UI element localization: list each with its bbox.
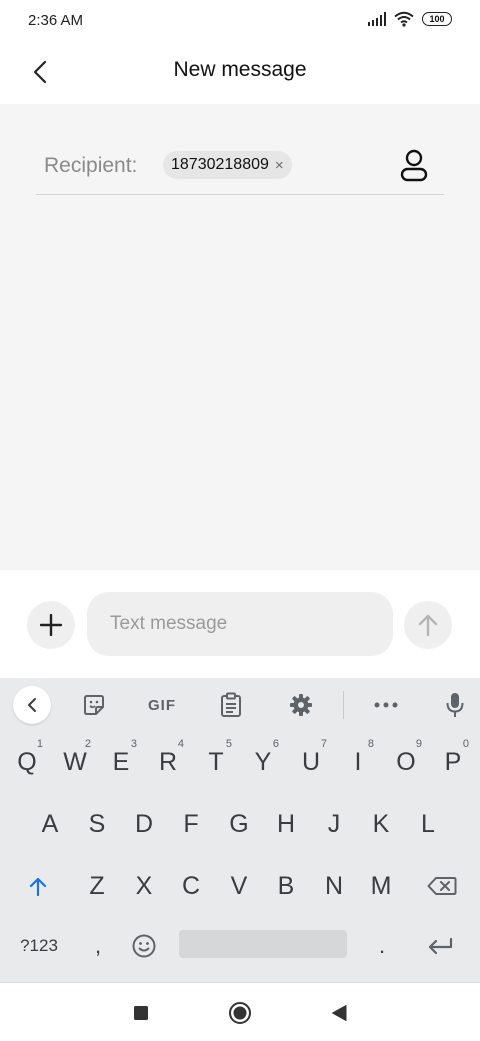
sticker-icon [84, 695, 104, 715]
gif-label: GIF [148, 696, 176, 714]
back-nav-button[interactable] [325, 999, 353, 1027]
navigation-bar [0, 982, 480, 1041]
toolbar-divider [343, 691, 344, 719]
recipient-row: Recipient: 18730218809 × [36, 140, 444, 195]
message-content-area: Recipient: 18730218809 × [0, 104, 480, 570]
key-z[interactable]: Z [75, 858, 119, 914]
key-q[interactable]: Q1 [5, 734, 49, 790]
key-n[interactable]: N [312, 858, 356, 914]
key-h[interactable]: H [264, 796, 308, 852]
chip-remove-button[interactable]: × [275, 157, 284, 174]
backspace-icon [427, 877, 457, 895]
sticker-button[interactable] [76, 687, 112, 723]
person-icon [400, 149, 428, 182]
symbols-key[interactable]: ?123 [14, 918, 64, 974]
key-b[interactable]: B [264, 858, 308, 914]
key-u[interactable]: U7 [289, 734, 333, 790]
arrow-up-icon [418, 614, 438, 637]
key-x[interactable]: X [122, 858, 166, 914]
key-c[interactable]: C [169, 858, 213, 914]
key-o[interactable]: O9 [384, 734, 428, 790]
key-v[interactable]: V [217, 858, 261, 914]
square-icon [134, 1006, 148, 1020]
microphone-icon [446, 693, 464, 717]
text-message-input[interactable] [87, 592, 393, 656]
spacebar-key[interactable] [179, 930, 347, 958]
recipient-chip-number: 18730218809 [171, 156, 269, 173]
key-i[interactable]: I8 [336, 734, 380, 790]
home-button[interactable] [226, 999, 254, 1027]
key-l[interactable]: L [406, 796, 450, 852]
send-button[interactable] [404, 601, 452, 649]
key-a[interactable]: A [28, 796, 72, 852]
key-j[interactable]: J [312, 796, 356, 852]
shift-arrow-icon [29, 877, 47, 896]
keyboard: GIF Q 1 W 2 E 3 R 4 T 5 Y 6 U 7 I 8 O 9 … [0, 678, 480, 982]
battery-icon: 100 [422, 12, 452, 26]
emoji-key[interactable] [122, 918, 166, 974]
status-icons: 100 [368, 11, 452, 27]
key-g[interactable]: G [217, 796, 261, 852]
triangle-back-icon [332, 1005, 347, 1021]
key-f[interactable]: F [169, 796, 213, 852]
more-button[interactable] [368, 687, 404, 723]
emoji-icon [132, 934, 156, 958]
key-r[interactable]: R4 [146, 734, 190, 790]
enter-key[interactable] [418, 918, 462, 974]
keyboard-collapse-button[interactable] [13, 686, 51, 724]
chevron-left-icon [28, 698, 36, 712]
voice-input-button[interactable] [437, 687, 473, 723]
home-circle-icon [229, 1002, 251, 1024]
settings-button[interactable] [283, 687, 319, 723]
wifi-icon [394, 11, 414, 27]
period-key[interactable]: . [360, 918, 404, 974]
key-m[interactable]: M [359, 858, 403, 914]
key-p[interactable]: P0 [431, 734, 475, 790]
plus-icon [40, 614, 62, 636]
enter-icon [428, 937, 453, 955]
key-s[interactable]: S [75, 796, 119, 852]
gear-icon [290, 694, 312, 716]
comma-key[interactable]: , [76, 918, 120, 974]
clipboard-icon [221, 692, 241, 717]
clipboard-button[interactable] [213, 687, 249, 723]
key-y[interactable]: Y6 [241, 734, 285, 790]
shift-key[interactable] [16, 858, 60, 914]
status-bar: 2:36 AM 100 [0, 0, 480, 40]
add-attachment-button[interactable] [27, 601, 75, 649]
key-k[interactable]: K [359, 796, 403, 852]
compose-bar [0, 570, 480, 678]
recipient-label: Recipient: [44, 154, 138, 177]
gif-button[interactable]: GIF [142, 687, 182, 723]
recents-button[interactable] [127, 999, 155, 1027]
recipient-chip[interactable]: 18730218809 × [163, 151, 292, 179]
signal-icon [368, 12, 386, 26]
backspace-key[interactable] [420, 858, 464, 914]
key-t[interactable]: T5 [194, 734, 238, 790]
contacts-button[interactable] [398, 148, 430, 182]
keyboard-toolbar: GIF [0, 678, 480, 732]
header: New message [0, 40, 480, 104]
key-d[interactable]: D [122, 796, 166, 852]
more-horizontal-icon [374, 702, 398, 708]
key-w[interactable]: W2 [53, 734, 97, 790]
status-time: 2:36 AM [28, 12, 84, 29]
key-e[interactable]: E3 [99, 734, 143, 790]
page-title: New message [173, 58, 307, 81]
